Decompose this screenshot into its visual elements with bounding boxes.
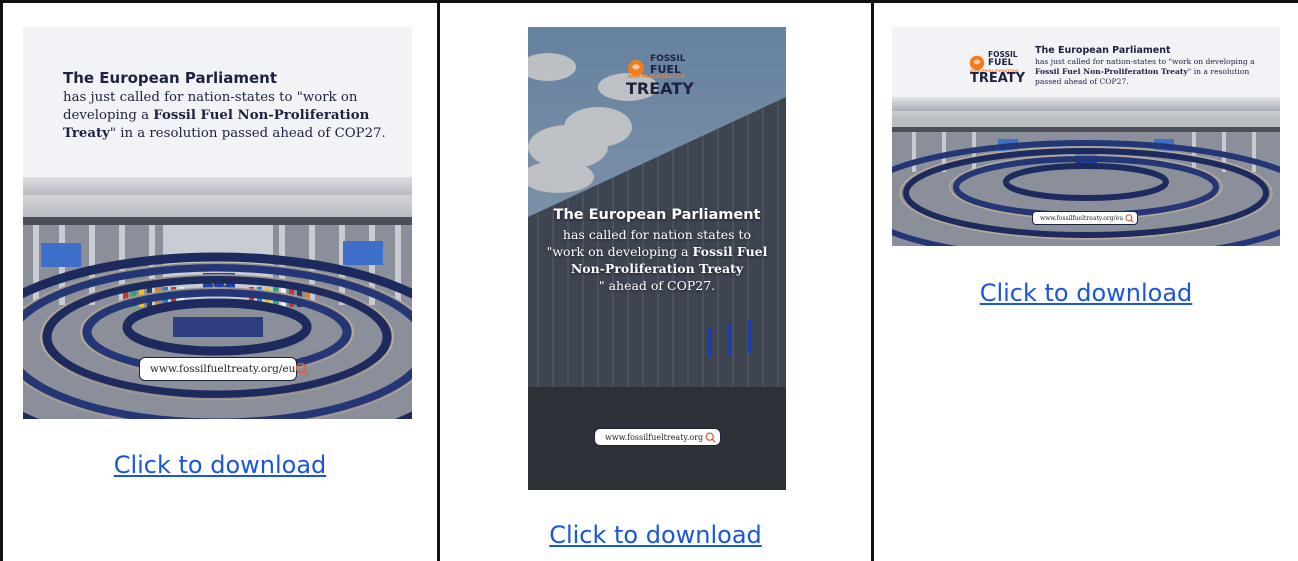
poster-image-landscape: FOSSIL FUEL NON-PROLIFERATION TREATY The… — [892, 27, 1280, 246]
search-icon — [705, 432, 716, 443]
search-url-text: www.fossilfueltreaty.org/eu — [150, 363, 296, 375]
poster-text: The European Parliament has called for n… — [538, 207, 776, 294]
poster-heading: The European Parliament — [1035, 45, 1171, 56]
globe-flame-icon — [628, 60, 644, 76]
treaty-logo: FOSSIL FUEL NON-PROLIFERATION TREATY — [626, 54, 694, 98]
url-search-bar: www.fossilfueltreaty.org — [594, 428, 721, 446]
search-url-text: www.fossilfueltreaty.org — [605, 432, 704, 442]
poster-image-square: The European Parliament has just called … — [23, 27, 412, 419]
download-link[interactable]: Click to download — [874, 279, 1298, 307]
poster-image-portrait: FOSSIL FUEL NON-PROLIFERATION TREATY The… — [528, 27, 786, 490]
column-divider — [437, 0, 440, 561]
download-link[interactable]: Click to download — [440, 521, 871, 549]
search-icon — [1125, 213, 1134, 223]
search-url-text: www.fossilfueltreaty.org/eu — [1040, 214, 1124, 222]
search-icon — [296, 362, 309, 376]
url-search-bar: www.fossilfueltreaty.org/eu — [1032, 211, 1138, 225]
poster-heading: The European Parliament — [63, 69, 278, 87]
globe-flame-icon — [969, 55, 985, 71]
poster-body-text: has just called for nation-states to "wo… — [63, 90, 386, 141]
poster-body-text: has called for nation states to "work on… — [546, 227, 768, 293]
url-search-bar: www.fossilfueltreaty.org/eu — [139, 357, 309, 381]
treaty-logo: FOSSIL FUEL NON-PROLIFERATION TREATY — [969, 50, 1026, 87]
poster-heading: The European Parliament — [553, 207, 761, 223]
poster-body-text: has just called for nation-states to "wo… — [1035, 57, 1255, 86]
download-link[interactable]: Click to download — [3, 451, 437, 479]
